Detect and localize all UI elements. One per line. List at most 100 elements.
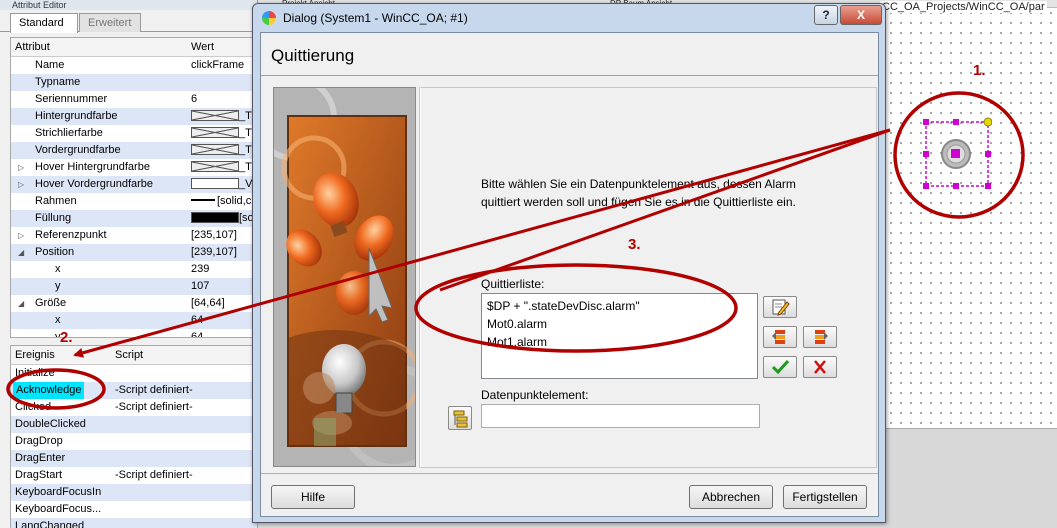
panel-canvas[interactable] — [886, 8, 1057, 428]
attribute-row[interactable]: y 107 — [11, 278, 257, 295]
dialog-titlebar[interactable]: Dialog (System1 - WinCC_OA; #1) ? X — [253, 4, 885, 31]
attribute-value-text: [235,107] — [191, 229, 237, 241]
attribute-value: [64,64] — [191, 295, 225, 312]
ack-list[interactable]: $DP + ".stateDevDisc.alarm" Mot0.alarm Mot… — [481, 293, 758, 379]
attribute-value-text: 64 — [191, 314, 204, 326]
footer-divider — [261, 473, 878, 474]
cancel-button[interactable]: Abbrechen — [689, 485, 773, 509]
event-row[interactable]: LangChanged — [11, 518, 257, 528]
event-row[interactable]: DragEnter — [11, 450, 257, 467]
line-style-icon — [191, 199, 215, 201]
event-row[interactable]: Clicked -Script definiert- — [11, 399, 257, 416]
event-row[interactable]: Initialize — [11, 365, 257, 382]
attribute-value: [239,107] — [191, 244, 237, 261]
color-swatch-icon — [191, 178, 239, 189]
finish-button[interactable]: Fertigstellen — [783, 485, 867, 509]
attribute-value: 64 — [191, 329, 203, 337]
column-ereignis[interactable]: Ereignis — [15, 346, 55, 364]
event-name: KeyboardFocus... — [15, 503, 102, 515]
color-swatch-icon — [191, 161, 239, 172]
list-item[interactable]: Mot1.alarm — [487, 333, 752, 351]
event-row[interactable]: KeyboardFocusIn — [11, 484, 257, 501]
attribute-row[interactable]: x 64 — [11, 312, 257, 329]
edit-icon — [772, 299, 790, 316]
attribute-row[interactable]: ▷ Hover Hintergrundfarbe _T — [11, 159, 257, 176]
attribute-name: Vordergrundfarbe — [35, 144, 121, 156]
attribute-row[interactable]: y 64 — [11, 329, 257, 337]
event-name: Acknowledge — [13, 382, 85, 399]
wincc-app-icon — [262, 11, 276, 25]
expand-icon[interactable]: ▷ — [18, 227, 24, 244]
confirm-entry-button[interactable] — [763, 356, 797, 378]
delete-entry-button[interactable] — [803, 356, 837, 378]
event-row[interactable]: DragDrop — [11, 433, 257, 450]
wizard-content: Bitte wählen Sie ein Datenpunktelement a… — [420, 87, 877, 468]
attribute-row[interactable]: ◢ Position [239,107] — [11, 244, 257, 261]
attribute-name: Hover Hintergrundfarbe — [35, 161, 150, 173]
list-item[interactable]: $DP + ".stateDevDisc.alarm" — [487, 297, 752, 315]
close-icon[interactable]: X — [840, 5, 882, 25]
project-path: CC_OA_Projects/WinCC_OA/par — [880, 1, 1047, 13]
attribute-row[interactable]: ◢ Größe [64,64] — [11, 295, 257, 312]
move-entry-up-icon — [772, 330, 785, 344]
attribute-row[interactable]: Typname — [11, 74, 257, 91]
dpe-label: Datenpunktelement: — [481, 388, 589, 402]
collapse-icon[interactable]: ◢ — [18, 295, 24, 312]
attribute-value-text: _T — [239, 127, 252, 139]
attribute-row[interactable]: Rahmen [solid,c — [11, 193, 257, 210]
event-row[interactable]: Acknowledge -Script definiert- — [11, 382, 257, 399]
attribute-name: Referenzpunkt — [35, 229, 107, 241]
move-up-button[interactable] — [763, 326, 797, 348]
select-dpe-button[interactable] — [448, 406, 472, 430]
attribute-row[interactable]: ▷ Referenzpunkt [235,107] — [11, 227, 257, 244]
attribute-value-text: [64,64] — [191, 297, 225, 309]
attribute-value: [235,107] — [191, 227, 237, 244]
attribute-row[interactable]: Strichlierfarbe _T — [11, 125, 257, 142]
collapse-icon[interactable]: ◢ — [18, 244, 24, 261]
attribute-row[interactable]: Name clickFrame — [11, 57, 257, 74]
attribute-value-text: _T — [239, 161, 252, 173]
event-name: Initialize — [15, 367, 55, 379]
event-table: Ereignis Script Initialize Acknowledge -Sc… — [10, 345, 258, 528]
attribute-row[interactable]: Vordergrundfarbe _T — [11, 142, 257, 159]
move-down-button[interactable] — [803, 326, 837, 348]
attribute-value-text: 6 — [191, 93, 198, 105]
tab-erweitert[interactable]: Erweitert — [79, 13, 141, 32]
event-row[interactable]: DoubleClicked — [11, 416, 257, 433]
dpe-input[interactable] — [481, 404, 760, 428]
selected-click-frame-object[interactable] — [920, 116, 992, 192]
list-item[interactable]: Mot0.alarm — [487, 315, 752, 333]
column-attribut[interactable]: Attribut — [15, 38, 50, 56]
attribute-name: Rahmen — [35, 195, 77, 207]
attribute-row[interactable]: x 239 — [11, 261, 257, 278]
attribute-row[interactable]: Füllung [solid] — [11, 210, 257, 227]
event-table-header: Ereignis Script — [11, 346, 257, 365]
attribute-editor-tabs: Standard Erweitert — [0, 10, 257, 33]
column-script[interactable]: Script — [115, 346, 143, 364]
help-icon[interactable]: ? — [814, 5, 838, 25]
attribute-name: Füllung — [35, 212, 72, 224]
help-button[interactable]: Hilfe — [271, 485, 355, 509]
tab-standard[interactable]: Standard — [10, 13, 78, 33]
attribute-value: _T — [191, 159, 252, 176]
move-entry-down-icon — [815, 330, 828, 344]
expand-icon[interactable]: ▷ — [18, 176, 24, 193]
attribute-value: [solid] — [191, 210, 257, 227]
wizard-lightbulb-image — [273, 87, 416, 467]
attribute-name: Typname — [35, 76, 81, 88]
attribute-row[interactable]: Seriennummer 6 — [11, 91, 257, 108]
event-script-status: -Script definiert- — [115, 384, 193, 396]
attribute-row[interactable]: Hintergrundfarbe _T — [11, 108, 257, 125]
column-wert[interactable]: Wert — [191, 38, 214, 56]
event-name: DragStart — [15, 469, 63, 481]
event-row[interactable]: KeyboardFocus... — [11, 501, 257, 518]
expand-icon[interactable]: ▷ — [18, 159, 24, 176]
event-row[interactable]: DragStart -Script definiert- — [11, 467, 257, 484]
event-name: DragEnter — [15, 452, 66, 464]
edit-entry-button[interactable] — [763, 296, 797, 318]
attribute-name: x — [55, 263, 61, 275]
ack-list-label: Quittierliste: — [481, 277, 545, 291]
attribute-row[interactable]: ▷ Hover Vordergrundfarbe _V — [11, 176, 257, 193]
attribute-value: _V — [191, 176, 252, 193]
attribute-value: 6 — [191, 91, 197, 108]
